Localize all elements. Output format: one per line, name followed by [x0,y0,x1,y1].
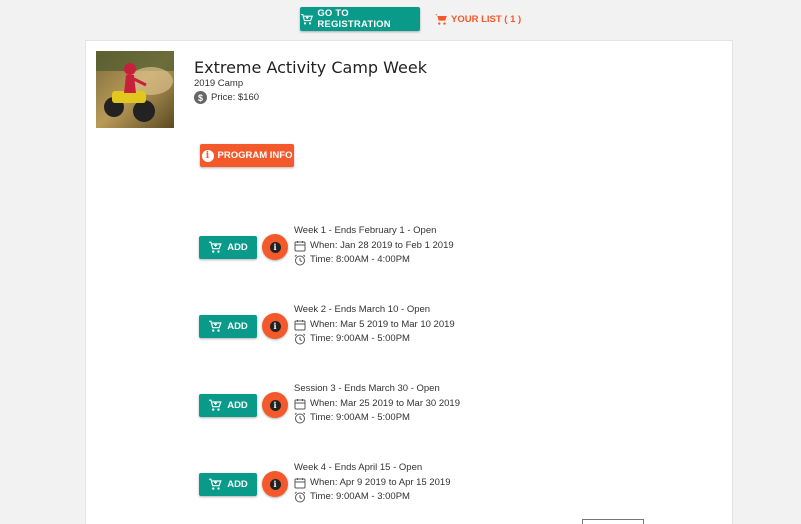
session-time: Time: 9:00AM - 5:00PM [310,333,410,344]
session-info-button[interactable]: i [262,313,288,339]
alarm-clock-icon [294,333,306,345]
session-item: ADD i Week 1 - Ends February 1 - Open Wh… [86,225,732,278]
info-icon: i [269,478,281,490]
session-details: Session 3 - Ends March 30 - Open When: M… [294,382,460,426]
session-info-button[interactable]: i [262,392,288,418]
add-button[interactable]: ADD [199,315,257,338]
add-label: ADD [227,242,248,253]
cart-plus-icon [209,241,222,253]
session-time: Time: 9:00AM - 5:00PM [310,412,410,423]
cart-plus-icon [301,13,314,25]
session-info-button[interactable]: i [262,471,288,497]
session-details: Week 4 - Ends April 15 - Open When: Apr … [294,461,451,505]
go-to-registration-button[interactable]: GO TO REGISTRATION [300,7,420,31]
session-time: Time: 8:00AM - 4:00PM [310,254,410,265]
session-info-button[interactable]: i [262,234,288,260]
program-title: Extreme Activity Camp Week [194,58,427,77]
session-time: Time: 9:00AM - 3:00PM [310,491,410,502]
session-when: When: Apr 9 2019 to Apr 15 2019 [310,476,451,488]
calendar-icon [294,240,306,252]
add-label: ADD [227,400,248,411]
program-price: $ Price: $160 [194,91,259,104]
add-label: ADD [227,479,248,490]
session-details: Week 1 - Ends February 1 - Open When: Ja… [294,224,454,268]
program-info-button[interactable]: i PROGRAM INFO [200,144,294,167]
calendar-icon [294,398,306,410]
price-label: Price: $160 [211,92,260,103]
add-button[interactable]: ADD [199,236,257,259]
session-item: ADD i Session 3 - Ends March 30 - Open W… [86,383,732,436]
program-info-label: PROGRAM INFO [217,150,293,161]
cart-plus-icon [209,399,222,411]
program-card: Extreme Activity Camp Week 2019 Camp $ P… [85,40,733,524]
session-when: When: Mar 25 2019 to Mar 30 2019 [310,397,460,409]
cart-plus-icon [209,320,222,332]
alarm-clock-icon [294,491,306,503]
your-list-label: YOUR LIST ( 1 ) [451,13,522,25]
info-icon: i [269,399,281,411]
info-icon: i [201,149,214,162]
session-item: ADD i Week 4 - Ends April 15 - Open When… [86,462,732,515]
top-bar: GO TO REGISTRATION YOUR LIST ( 1 ) [0,7,801,31]
program-subtitle: 2019 Camp [194,78,244,89]
calendar-icon [294,319,306,331]
session-details: Week 2 - Ends March 10 - Open When: Mar … [294,303,455,347]
session-item: ADD i Week 2 - Ends March 10 - Open When… [86,304,732,357]
session-when: When: Mar 5 2019 to Mar 10 2019 [310,318,455,330]
calendar-icon [294,477,306,489]
info-icon: i [269,241,281,253]
add-button[interactable]: ADD [199,394,257,417]
info-icon: i [269,320,281,332]
partial-button-bottom[interactable] [582,519,644,524]
session-name: Week 2 - Ends March 10 - Open [294,304,431,315]
add-label: ADD [227,321,248,332]
cart-plus-icon [209,478,222,490]
your-list-link[interactable]: YOUR LIST ( 1 ) [434,7,521,31]
alarm-clock-icon [294,412,306,424]
session-when: When: Jan 28 2019 to Feb 1 2019 [310,239,454,251]
session-name: Week 1 - Ends February 1 - Open [294,225,437,236]
cart-icon [435,13,447,25]
session-name: Week 4 - Ends April 15 - Open [294,462,423,473]
add-button[interactable]: ADD [199,473,257,496]
registration-label: GO TO REGISTRATION [317,8,391,30]
session-name: Session 3 - Ends March 30 - Open [294,383,440,394]
alarm-clock-icon [294,254,306,266]
dollar-icon: $ [194,91,207,104]
program-photo [96,51,174,128]
